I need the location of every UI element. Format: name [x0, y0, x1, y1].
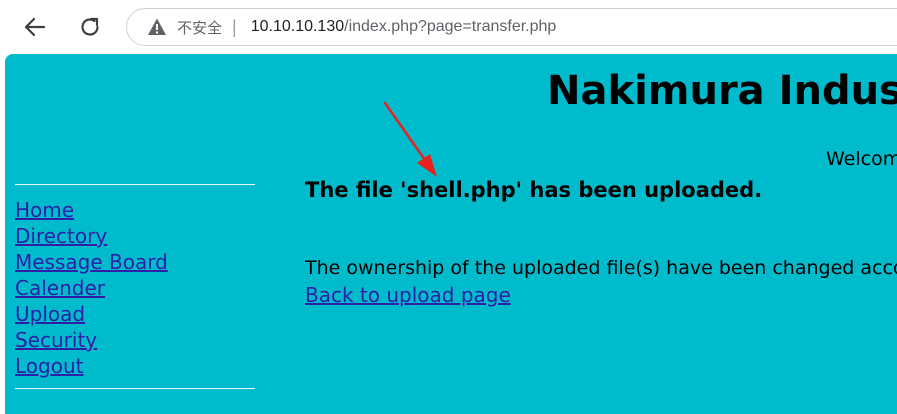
- url-path: /index.php?page=transfer.php: [344, 18, 557, 35]
- ownership-notice: The ownership of the uploaded file(s) ha…: [305, 257, 897, 279]
- nav-link-directory[interactable]: Directory: [15, 223, 168, 249]
- nav-link-upload[interactable]: Upload: [15, 301, 168, 327]
- sidebar-nav: Home Directory Message Board Calender Up…: [15, 197, 168, 379]
- back-button[interactable]: [20, 12, 50, 42]
- reload-icon: [81, 17, 99, 36]
- nav-link-message-board[interactable]: Message Board: [15, 249, 168, 275]
- back-arrow-icon: [24, 17, 46, 37]
- site-title: Nakimura Industr: [547, 68, 897, 114]
- url-host: 10.10.10.130: [250, 18, 345, 35]
- nav-link-calender[interactable]: Calender: [15, 275, 168, 301]
- upload-success-message: The file 'shell.php' has been uploaded.: [305, 178, 763, 202]
- nav-link-security[interactable]: Security: [15, 327, 168, 353]
- nav-link-logout[interactable]: Logout: [15, 353, 168, 379]
- reload-button[interactable]: [75, 12, 105, 42]
- warning-icon[interactable]: [147, 17, 167, 37]
- welcome-text: Welcom: [826, 148, 897, 170]
- browser-toolbar: 不安全 | 10.10.10.130/index.php?page=transf…: [0, 0, 897, 54]
- back-to-upload-link[interactable]: Back to upload page: [305, 283, 511, 307]
- sidebar-divider-top: [15, 184, 255, 185]
- insecure-label: 不安全: [177, 19, 223, 37]
- address-bar[interactable]: 不安全 | 10.10.10.130/index.php?page=transf…: [126, 8, 897, 46]
- nav-link-home[interactable]: Home: [15, 197, 168, 223]
- url-separator: |: [232, 16, 237, 37]
- page-content: Nakimura Industr Welcom Home Directory M…: [5, 54, 897, 414]
- sidebar-divider-bottom: [15, 388, 255, 389]
